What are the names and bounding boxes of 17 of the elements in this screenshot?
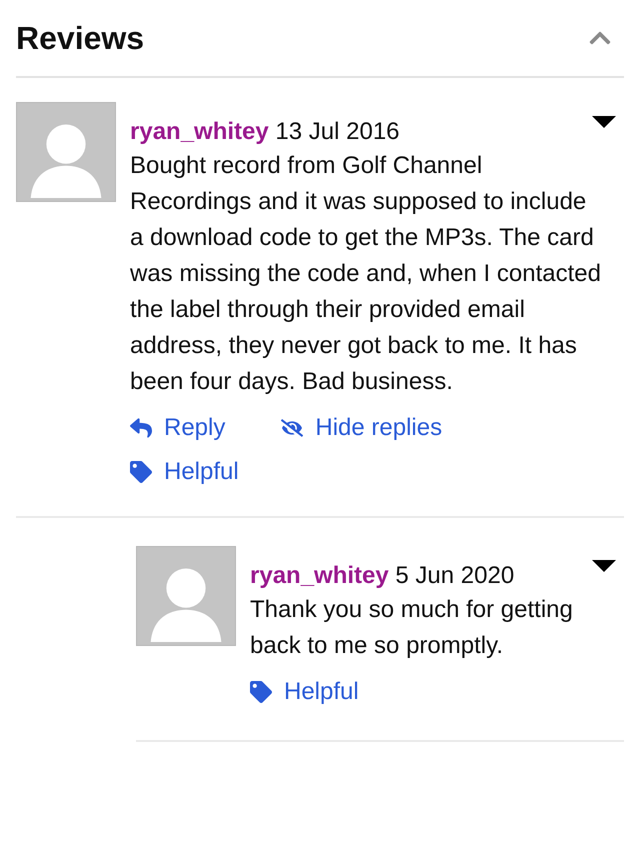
comment-text: Thank you so much for getting back to me so promptly. xyxy=(250,595,574,661)
reply-icon xyxy=(130,417,152,439)
author-name[interactable]: ryan_whitey xyxy=(130,118,269,145)
comment-date: 13 Jul 2016 xyxy=(275,118,400,145)
reply-link[interactable]: Reply xyxy=(130,414,226,442)
section-title: Reviews xyxy=(16,20,144,56)
helpful-link[interactable]: Helpful xyxy=(250,678,604,706)
comment-date: 5 Jun 2020 xyxy=(395,562,514,589)
comment-text: Bought record from Golf Channel Recordings and it was supposed to include a download code to get the MP3s. The card was missing the code and, when I contacted the label through their provided email address, they never got back to me. It has been four days. Bad business. xyxy=(130,151,602,397)
caret-icon[interactable] xyxy=(592,116,616,128)
caret-icon[interactable] xyxy=(592,560,616,572)
hide-replies-link[interactable]: Hide replies xyxy=(281,414,442,442)
author-name[interactable]: ryan_whitey xyxy=(250,562,389,589)
eye-slash-icon xyxy=(281,417,304,439)
helpful-link[interactable]: Helpful xyxy=(130,458,604,486)
tag-icon xyxy=(130,461,152,483)
tag-icon xyxy=(250,681,272,703)
